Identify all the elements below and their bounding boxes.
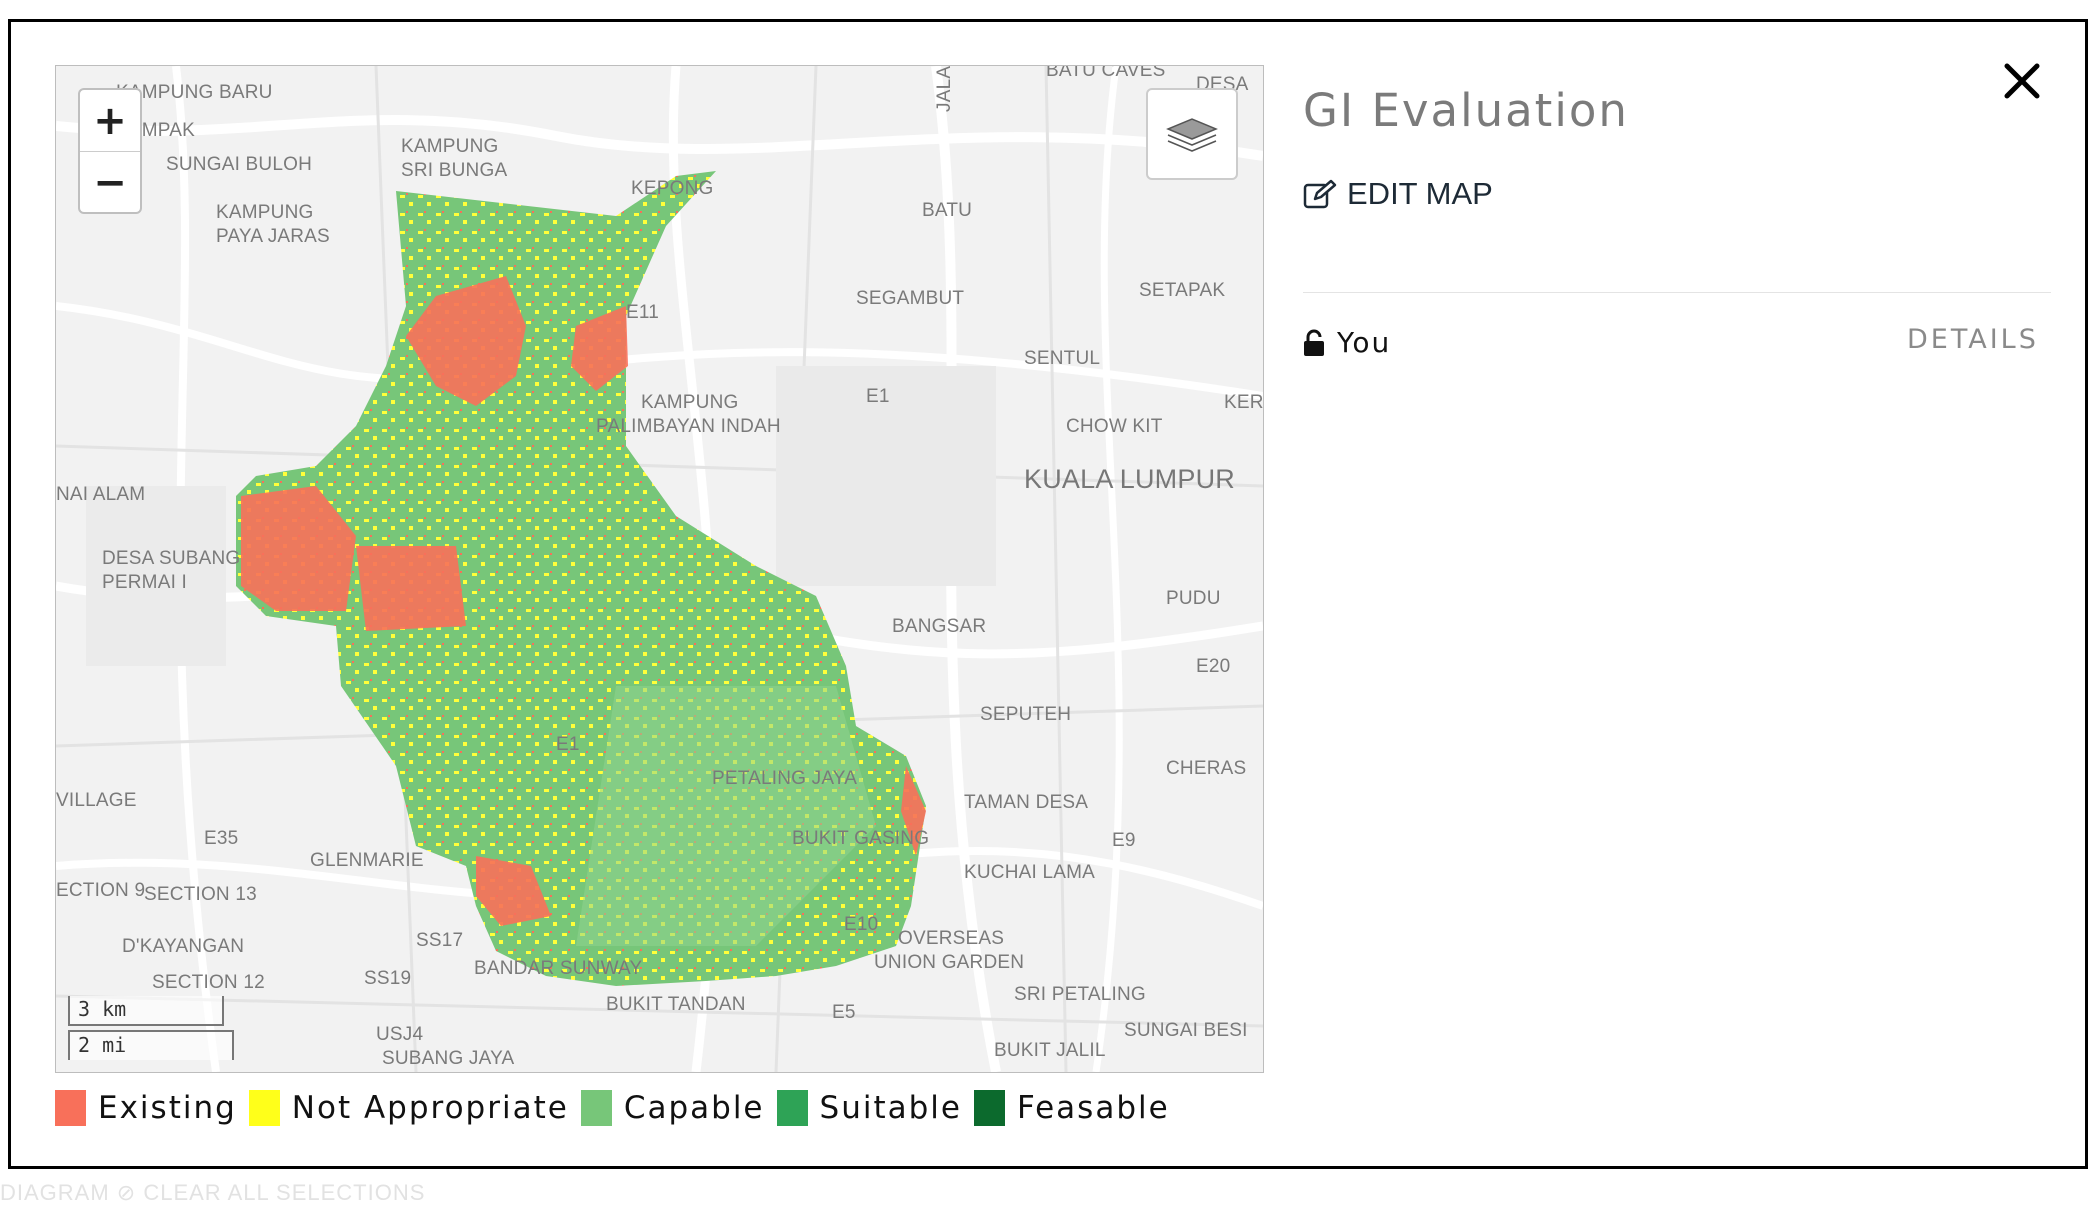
legend: Existing Not Appropriate Capable Suitabl… [55,1090,1182,1126]
map-label: SRI BUNGA [401,160,508,181]
map-label: OVERSEAS [898,928,1005,949]
map-label: E1 [866,386,890,407]
legend-label: Existing [98,1090,237,1126]
map-label: SECTION 12 [152,972,265,993]
panel-title: GI Evaluation [1303,84,1629,137]
map[interactable]: KAMPUNG BARU SEMPAK SUNGAI BULOH KAMPUNG… [55,65,1264,1073]
legend-item-suitable: Suitable [776,1090,962,1126]
map-label: D'KAYANGAN [122,936,245,957]
legend-swatch [973,1090,1005,1126]
edit-icon [1303,179,1337,209]
owner-label: You [1337,326,1392,359]
map-label: SEPUTEH [980,704,1072,725]
zoom-in-button[interactable]: + [80,90,140,151]
legend-label: Suitable [819,1090,962,1126]
map-label: E11 [626,302,659,323]
gi-evaluation-modal: KAMPUNG BARU SEMPAK SUNGAI BULOH KAMPUNG… [8,19,2088,1169]
legend-label: Capable [623,1090,765,1126]
background-toolbar-text: DIAGRAM ⊘ CLEAR ALL SELECTIONS [0,1180,426,1205]
map-label: E9 [1112,830,1136,851]
map-label: CHERAS [1166,758,1247,779]
map-label: SS19 [364,968,412,989]
panel-divider [1303,292,2051,293]
map-label: BANGSAR [892,616,987,637]
legend-swatch [55,1090,86,1126]
map-label: UNION GARDEN [874,952,1025,973]
map-label: SUNGAI BULOH [166,154,312,175]
map-label: BUKIT JALIL [994,1040,1106,1061]
map-label: PALIMBAYAN INDAH [596,416,781,437]
owner: You [1303,326,1391,359]
edit-map-label: EDIT MAP [1347,176,1493,211]
legend-swatch [248,1090,280,1126]
map-label: USJ4 [376,1024,424,1045]
map-label: SECTION 13 [144,884,257,905]
unlock-icon [1304,329,1324,356]
legend-swatch [776,1090,808,1126]
map-label: JALAN IP [934,65,955,112]
map-label: TAMAN DESA [964,792,1089,813]
legend-label: Not Appropriate [291,1090,569,1126]
close-icon[interactable] [2001,60,2043,102]
map-label: SETAPAK [1139,280,1226,301]
map-label: SUBANG JAYA [382,1048,515,1069]
legend-swatch [580,1090,612,1126]
map-label: KUALA LUMPUR [1024,464,1235,494]
map-label: KUCHAI LAMA [964,862,1096,883]
map-label: NAI ALAM [56,484,146,505]
layers-icon [1166,118,1218,152]
map-label: GLENMARIE [310,850,424,871]
map-label: BUKIT GASING [792,828,930,849]
map-label: PETALING JAYA [712,768,858,789]
map-label: PUDU [1166,588,1221,609]
legend-item-existing: Existing [55,1090,237,1126]
map-label: BATU CAVES [1046,65,1166,81]
map-label: VILLAGE [56,790,137,811]
map-label: SEGAMBUT [856,288,965,309]
map-label: BATU [922,200,973,221]
map-label: E35 [204,828,239,849]
map-label: PERMAI I [102,572,188,593]
details-link[interactable]: DETAILS [1907,324,2039,355]
legend-item-capable: Capable [580,1090,765,1126]
map-label: PAYA JARAS [216,226,330,247]
map-label: SENTUL [1024,348,1101,369]
legend-item-feasable: Feasable [973,1090,1170,1126]
map-label: E20 [1196,656,1231,677]
map-label: BUKIT TANDAN [606,994,746,1015]
map-label: SUNGAI BESI [1124,1020,1248,1041]
layers-button[interactable] [1146,88,1238,180]
legend-item-not-appropriate: Not Appropriate [248,1090,569,1126]
map-label: SS17 [416,930,464,951]
map-label: SRI PETALING [1014,984,1146,1005]
scale-bar: 3 km 2 mi [68,996,234,1060]
scale-mi: 2 mi [68,1030,234,1060]
map-label: KAMPUNG [401,136,499,157]
map-label: ECTION 9 [56,880,146,901]
map-label: BANDAR SUNWAY [474,958,643,979]
map-label: E5 [832,1002,856,1023]
map-label: CHOW KIT [1066,416,1163,437]
map-label: KER [1224,392,1264,413]
map-label: DESA SUBANG [102,548,241,569]
map-label: E10 [844,914,879,935]
scale-km: 3 km [68,996,224,1026]
zoom-control: + − [78,88,142,214]
map-label: KAMPUNG [641,392,739,413]
edit-map-button[interactable]: EDIT MAP [1303,176,1493,212]
legend-label: Feasable [1016,1090,1170,1126]
zoom-out-button[interactable]: − [80,151,140,212]
map-label: KEPONG [631,178,714,199]
map-label: KAMPUNG [216,202,314,223]
map-label: E1 [556,734,580,755]
